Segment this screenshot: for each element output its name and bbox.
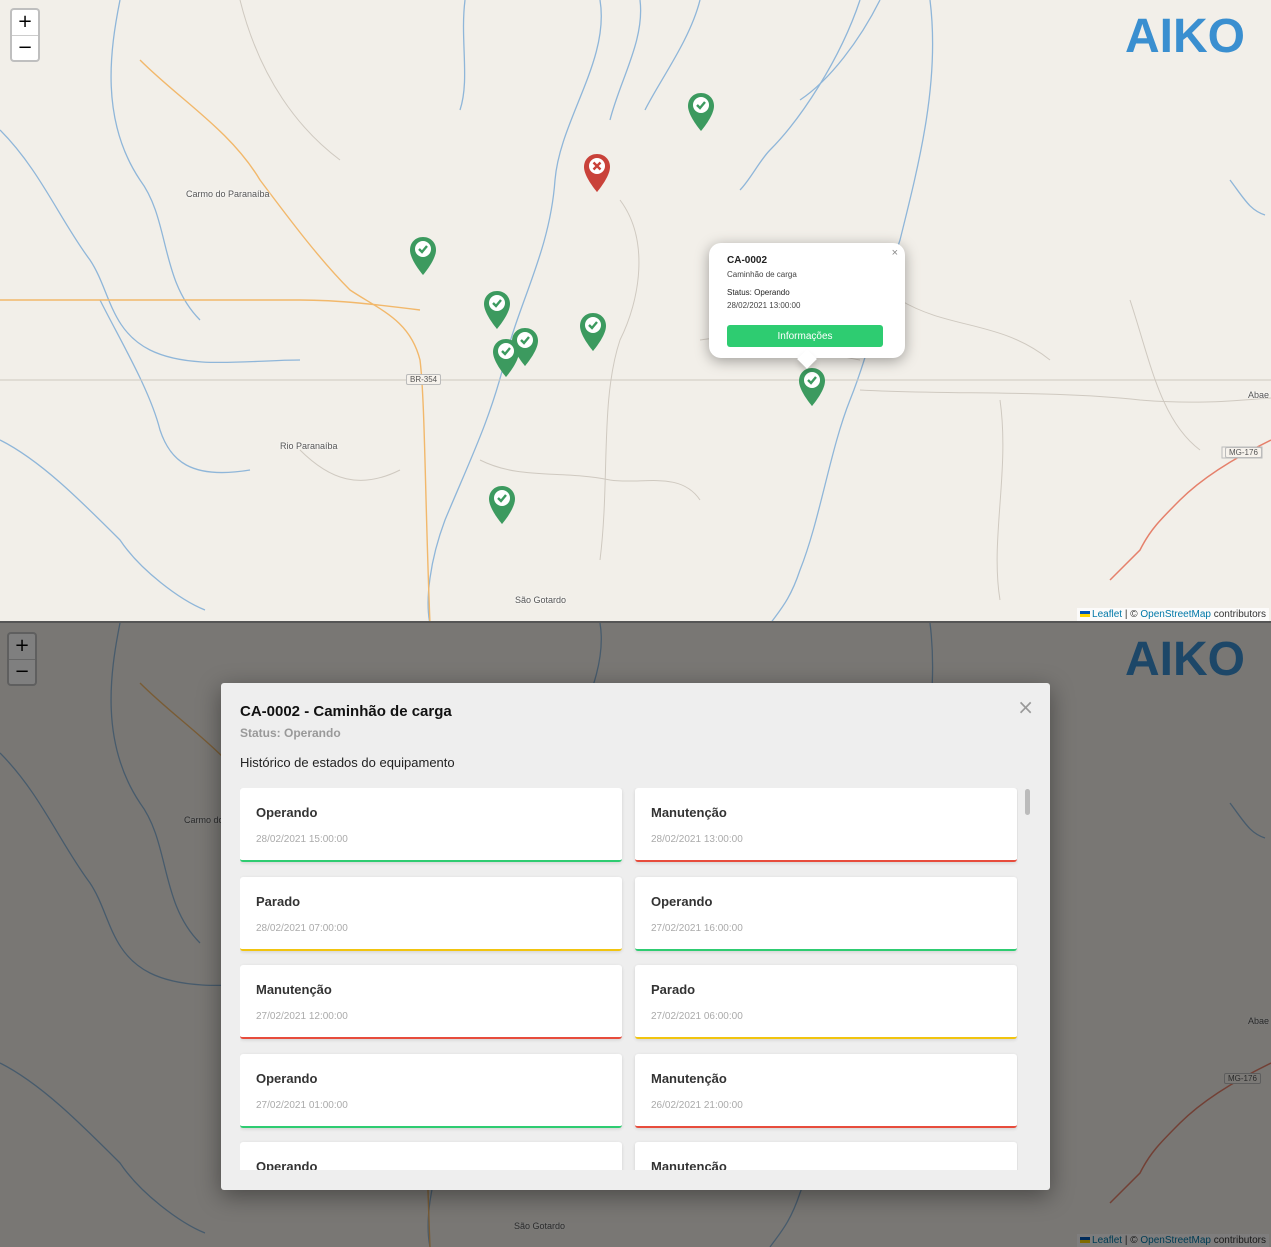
modal-status: Status: Operando [240,726,341,740]
history-card-state: Manutenção [651,805,727,820]
ukraine-flag-icon [1080,611,1091,618]
equipment-marker-operating-icon[interactable] [492,338,520,378]
equipment-marker-selected-icon[interactable] [798,367,826,407]
place-label-abae: Abae [1248,390,1270,400]
scrollbar-thumb[interactable] [1025,789,1030,815]
history-card-state: Manutenção [256,982,332,997]
history-card-state: Operando [256,1159,318,1170]
attribution-suffix: contributors [1210,609,1266,620]
equipment-marker-operating-icon[interactable] [579,312,607,352]
history-card-date: 28/02/2021 13:00:00 [651,834,743,845]
equipment-history-modal: CA-0002 - Caminhão de carga Status: Oper… [221,683,1050,1190]
history-card: Manutenção [635,1142,1017,1170]
aiko-logo: AIKO [1125,10,1245,63]
attribution-separator: | © [1122,609,1141,620]
map-view-top[interactable]: Carmo do Paranaíba Rio Paranaíba São Got… [0,0,1271,621]
popup-date: 28/02/2021 13:00:00 [727,301,801,310]
map-attribution: Leaflet | © OpenStreetMap contributors [1077,608,1269,621]
popup-subtitle: Caminhão de carga [727,270,797,279]
history-card-state: Parado [651,982,696,997]
history-card-date: 27/02/2021 16:00:00 [651,922,743,934]
map-view-bottom: Carmo do Paranaíba São Gotardo Abae MG-1… [0,623,1271,1247]
zoom-in-button[interactable]: + [12,10,38,36]
modal-close-icon[interactable]: × [1017,695,1034,719]
equipment-marker-stopped-icon[interactable] [583,153,611,193]
history-card-state: Operando [651,893,713,909]
history-card: Operando [240,1142,622,1170]
history-card-date: 28/02/2021 15:00:00 [256,834,348,845]
history-card-list[interactable]: Operando 28/02/2021 15:00:00 Manutenção 28/… [240,788,1018,1170]
equipment-marker-operating-icon[interactable] [409,236,437,276]
history-card-date: 28/02/2021 07:00:00 [256,922,348,934]
history-card-state: Parado [256,893,301,909]
logo-text: AIKO [1125,10,1245,63]
history-card: Manutenção 26/02/2021 21:00:00 [635,1053,1017,1128]
place-label-sao-gotardo: São Gotardo [515,595,567,605]
zoom-control: + − [10,8,40,62]
osm-link[interactable]: OpenStreetMap [1140,609,1211,620]
history-card: Operando 27/02/2021 01:00:00 [240,1053,622,1128]
history-card: Operando 27/02/2021 16:00:00 [635,876,1017,951]
history-card-state: Manutenção [651,1070,727,1086]
history-card: Manutenção 27/02/2021 12:00:00 [240,965,622,1039]
equipment-popup: × CA-0002 Caminhão de carga Status: Oper… [709,243,905,369]
info-button[interactable]: Informações [727,325,883,347]
equipment-marker-operating-icon[interactable] [488,485,516,525]
leaflet-link[interactable]: Leaflet [1092,609,1122,620]
place-label-carmo: Carmo do Paranaíba [186,189,270,199]
map-tiles[interactable] [0,0,1271,621]
history-card-date: 27/02/2021 12:00:00 [256,1011,348,1022]
history-heading: Histórico de estados do equipamento [240,755,455,770]
history-card-date: 27/02/2021 01:00:00 [256,1099,348,1111]
history-card: Parado 27/02/2021 06:00:00 [635,965,1017,1039]
popup-status: Status: Operando [727,288,790,297]
history-card-state: Manutenção [651,1159,727,1170]
popup-close-icon[interactable]: × [892,247,898,259]
history-card-date: 27/02/2021 06:00:00 [651,1011,743,1022]
history-card-state: Operando [256,805,318,820]
history-card-date: 26/02/2021 21:00:00 [651,1099,743,1111]
place-label-rio: Rio Paranaíba [280,441,338,451]
history-card-state: Operando [256,1070,318,1086]
road-shield-mg176: MG-176 [1225,447,1262,458]
equipment-marker-operating-icon[interactable] [687,92,715,132]
history-card: Parado 28/02/2021 07:00:00 [240,876,622,951]
history-card: Operando 28/02/2021 15:00:00 [240,788,622,862]
modal-title: CA-0002 - Caminhão de carga [240,703,452,720]
history-card: Manutenção 28/02/2021 13:00:00 [635,788,1017,862]
road-shield-br354: BR-354 [406,374,442,385]
zoom-out-button[interactable]: − [12,36,38,61]
equipment-marker-operating-icon[interactable] [483,290,511,330]
popup-title: CA-0002 [727,255,768,266]
